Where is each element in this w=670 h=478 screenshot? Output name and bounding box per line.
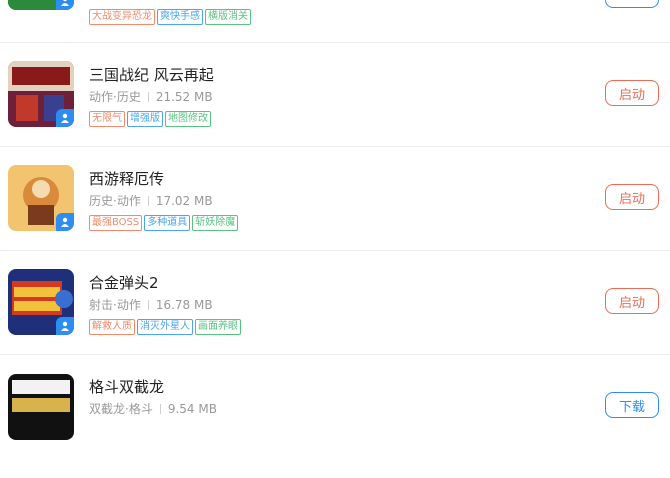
list-item[interactable]: 格斗双截龙 双截龙·格斗 9.54 MB 下载 bbox=[0, 374, 670, 478]
tag: 地图修改 bbox=[165, 111, 211, 127]
divider bbox=[0, 42, 670, 43]
tag: 大战变异恐龙 bbox=[89, 9, 155, 25]
game-size: 21.52 MB bbox=[155, 90, 213, 104]
tag: 最强BOSS bbox=[89, 215, 143, 231]
game-icon[interactable] bbox=[8, 61, 74, 127]
tag-list: 无限气 增强版 地图修改 bbox=[89, 111, 211, 127]
game-size: 16.78 MB bbox=[155, 298, 213, 312]
tag: 斩妖除魔 bbox=[192, 215, 239, 231]
user-badge-icon bbox=[56, 0, 74, 10]
game-category: 动作·历史 bbox=[89, 90, 141, 104]
user-badge-icon bbox=[56, 213, 74, 231]
game-category: 历史·动作 bbox=[89, 194, 141, 208]
list-item[interactable]: 合金弹头2 射击·动作 16.78 MB 解救人质 消灭外星人 画面养眼 启动 bbox=[0, 269, 670, 373]
meta-separator bbox=[147, 300, 149, 310]
game-category: 双截龙·格斗 bbox=[89, 402, 153, 416]
launch-button[interactable]: 启动 bbox=[605, 184, 659, 210]
game-title: 西游释厄传 bbox=[89, 170, 165, 188]
tag: 增强版 bbox=[127, 111, 163, 127]
launch-button[interactable]: 启动 bbox=[605, 288, 659, 314]
meta-separator bbox=[147, 196, 149, 206]
tag-list: 最强BOSS 多种道具 斩妖除魔 bbox=[89, 215, 239, 231]
game-meta: 动作·历史 21.52 MB bbox=[89, 88, 213, 105]
tag: 画面养眼 bbox=[195, 319, 241, 335]
divider bbox=[0, 146, 670, 147]
game-icon[interactable] bbox=[8, 165, 74, 231]
game-category: 射击·动作 bbox=[89, 298, 141, 312]
list-item[interactable]: 西游释厄传 历史·动作 17.02 MB 最强BOSS 多种道具 斩妖除魔 启动 bbox=[0, 165, 670, 269]
tag-list: 解救人质 消灭外星人 画面养眼 bbox=[89, 319, 241, 335]
meta-separator bbox=[159, 404, 161, 414]
game-title: 三国战纪 风云再起 bbox=[89, 66, 214, 84]
tag: 爽快手感 bbox=[157, 9, 203, 25]
game-size: 17.02 MB bbox=[155, 194, 213, 208]
meta-separator bbox=[147, 92, 149, 102]
tag: 消灭外星人 bbox=[137, 319, 193, 335]
game-icon[interactable] bbox=[8, 0, 74, 10]
game-meta: 历史·动作 17.02 MB bbox=[89, 192, 213, 209]
game-title: 格斗双截龙 bbox=[89, 378, 165, 396]
download-button[interactable]: 下载 bbox=[605, 392, 659, 418]
divider bbox=[0, 250, 670, 251]
list-item[interactable]: 大战变异恐龙 爽快手感 横版消关 bbox=[0, 0, 670, 48]
user-badge-icon bbox=[56, 109, 74, 127]
game-meta: 射击·动作 16.78 MB bbox=[89, 296, 213, 313]
game-icon[interactable] bbox=[8, 269, 74, 335]
tag: 解救人质 bbox=[89, 319, 135, 335]
list-item[interactable]: 三国战纪 风云再起 动作·历史 21.52 MB 无限气 增强版 地图修改 启动 bbox=[0, 61, 670, 165]
game-meta: 双截龙·格斗 9.54 MB bbox=[89, 400, 217, 417]
game-title: 合金弹头2 bbox=[89, 274, 159, 292]
tag: 多种道具 bbox=[144, 215, 191, 231]
tag: 横版消关 bbox=[205, 9, 251, 25]
tag: 无限气 bbox=[89, 111, 125, 127]
launch-button[interactable]: 启动 bbox=[605, 80, 659, 106]
tag-list: 大战变异恐龙 爽快手感 横版消关 bbox=[89, 9, 251, 25]
game-size: 9.54 MB bbox=[167, 402, 217, 416]
divider bbox=[0, 354, 670, 355]
download-button[interactable] bbox=[605, 0, 659, 8]
user-badge-icon bbox=[56, 317, 74, 335]
game-icon[interactable] bbox=[8, 374, 74, 440]
